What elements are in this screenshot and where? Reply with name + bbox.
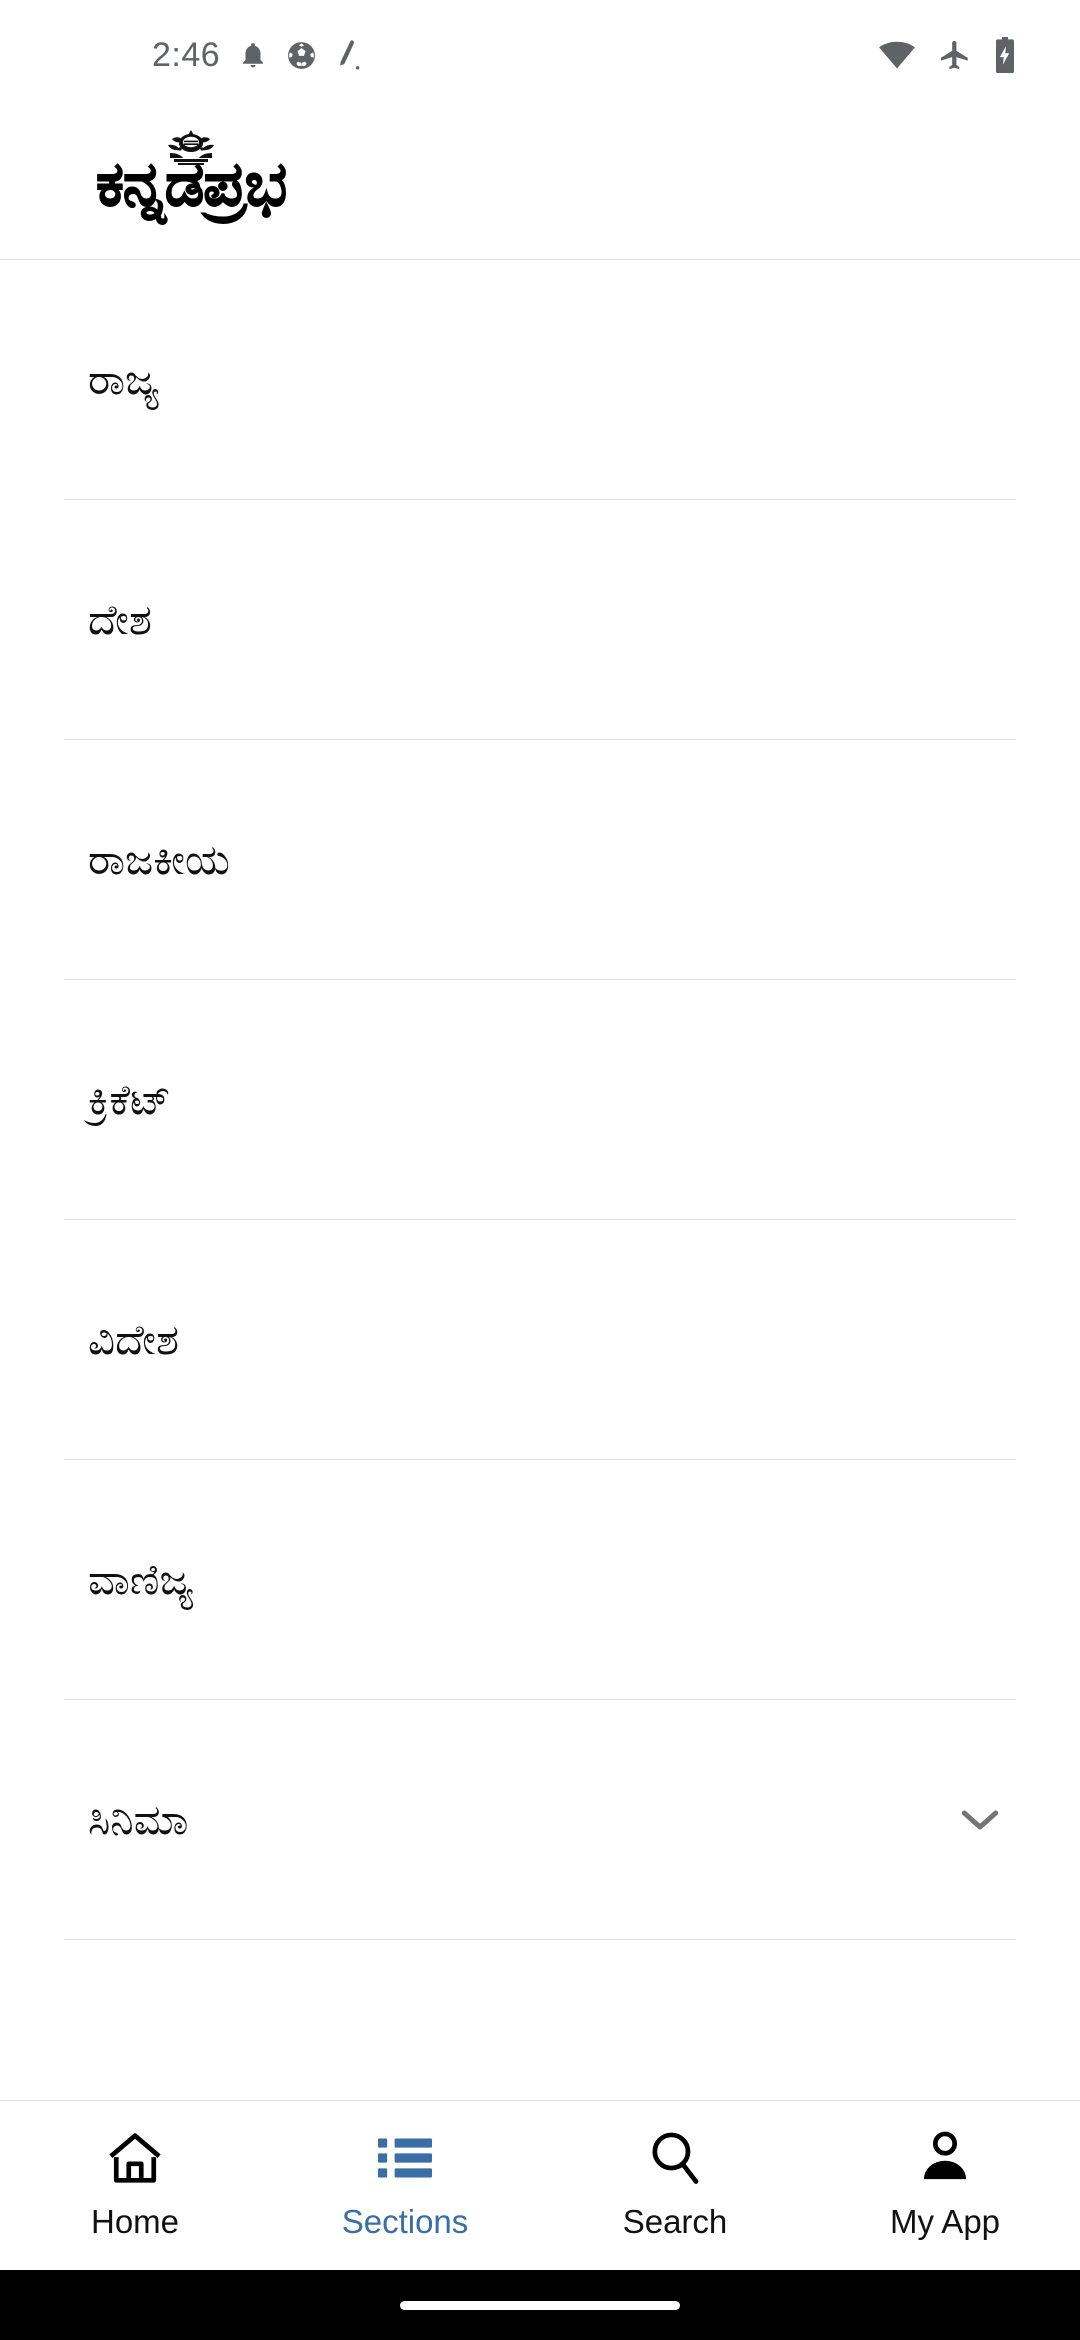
section-label: ರಾಜ್ಯ: [88, 355, 160, 403]
nav-label-sections: Sections: [341, 2203, 469, 2240]
row-divider: [64, 1939, 1016, 1940]
status-bar-left: 2:46: [152, 38, 361, 72]
nav-tab-home[interactable]: Home: [0, 2101, 270, 2270]
notification-bell-icon: [238, 39, 268, 71]
cricket-bat-icon: [335, 39, 361, 71]
home-icon: [106, 2127, 164, 2189]
section-label: ಕ್ರಿಕೆಟ್: [88, 1075, 172, 1123]
app-logo[interactable]: ಕನ್ನಡಪ್ರಭ: [95, 129, 288, 217]
section-label: ಸಿನಿಮಾ: [88, 1795, 189, 1843]
football-icon: [286, 40, 317, 71]
emblem-crest-icon: [156, 127, 226, 169]
sections-list: ರಾಜ್ಯ ದೇಶ ರಾಜಕೀಯ ಕ್ರಿಕೆಟ್ ವಿದೇಶ ವಾಣಿಜ್ಯ …: [0, 260, 1080, 2100]
person-icon: [918, 2127, 972, 2189]
section-label: ದೇಶ: [88, 595, 152, 643]
system-gesture-bar: [0, 2270, 1080, 2340]
nav-label-my-app: My App: [889, 2203, 1001, 2240]
status-bar-right: [878, 37, 1016, 73]
list-item[interactable]: ವಿದೇಶ: [0, 1220, 1080, 1460]
section-label: ರಾಜಕೀಯ: [88, 835, 231, 883]
nav-label-home: Home: [90, 2203, 180, 2240]
nav-tab-sections[interactable]: Sections: [270, 2101, 540, 2270]
list-item[interactable]: ವಾಣಿಜ್ಯ: [0, 1460, 1080, 1700]
list-item[interactable]: ಸಿನಿಮಾ: [0, 1700, 1080, 1940]
section-label: ವಿದೇಶ: [88, 1315, 180, 1363]
battery-charging-icon: [994, 37, 1016, 73]
app-screen: 2:46 ಕನ್ನಡಪ್ರಭ ರಾಜ್ಯ ದೇಶ ರಾಜಕೀಯ ಕ್ರಿಕೆಟ್…: [0, 0, 1080, 2340]
status-bar-clock: 2:46: [152, 36, 221, 74]
status-bar: 2:46: [0, 0, 1080, 110]
search-icon: [648, 2127, 702, 2189]
gesture-pill[interactable]: [400, 2300, 680, 2310]
list-icon: [378, 2127, 432, 2189]
list-item[interactable]: ರಾಜಕೀಯ: [0, 740, 1080, 980]
app-header: ಕನ್ನಡಪ್ರಭ: [0, 110, 1080, 260]
nav-tab-my-app[interactable]: My App: [810, 2101, 1080, 2270]
list-item[interactable]: ರಾಜ್ಯ: [0, 260, 1080, 500]
wifi-icon: [878, 40, 916, 70]
list-item[interactable]: ಕ್ರಿಕೆಟ್: [0, 980, 1080, 1220]
nav-tab-search[interactable]: Search: [540, 2101, 810, 2270]
section-label: ವಾಣಿಜ್ಯ: [88, 1555, 194, 1603]
list-item[interactable]: ದೇಶ: [0, 500, 1080, 740]
nav-label-search: Search: [622, 2203, 728, 2240]
chevron-down-icon[interactable]: [952, 1792, 1008, 1848]
bottom-navigation-bar: Home Sections Search My App: [0, 2100, 1080, 2270]
airplane-mode-icon: [938, 38, 972, 72]
